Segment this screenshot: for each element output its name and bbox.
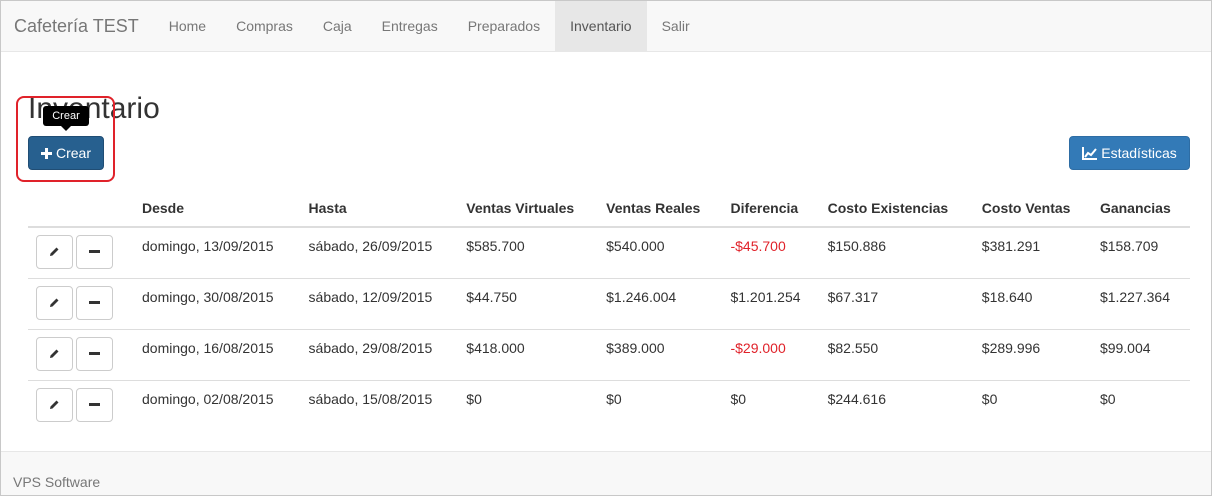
- row-actions: [28, 227, 134, 278]
- inventory-table: Desde Hasta Ventas Virtuales Ventas Real…: [28, 190, 1190, 431]
- nav-item-preparados[interactable]: Preparados: [453, 1, 555, 51]
- table-row: domingo, 02/08/2015 sábado, 15/08/2015 $0 $…: [28, 379, 1190, 431]
- cell-costo-existencias: $150.886: [827, 238, 887, 254]
- delete-button[interactable]: [76, 336, 113, 371]
- edit-button[interactable]: [36, 336, 73, 371]
- pencil-icon: [49, 346, 60, 362]
- table-header-row: Desde Hasta Ventas Virtuales Ventas Real…: [28, 190, 1190, 228]
- cell-hasta: sábado, 29/08/2015: [300, 328, 459, 380]
- cell-diferencia: $1.201.254: [722, 277, 820, 329]
- cell-costo-ventas: $289.996: [973, 328, 1092, 380]
- pencil-icon: [49, 295, 60, 311]
- cell-ganancias: $158.709: [1099, 238, 1159, 254]
- table-row: domingo, 13/09/2015 sábado, 26/09/2015 $58…: [28, 227, 1190, 278]
- header-costo-existencias: Costo Existencias: [819, 190, 974, 228]
- header-hasta: Hasta: [300, 190, 459, 228]
- cell-ventas-virtuales: $418.000: [458, 328, 599, 380]
- statistics-button[interactable]: Estadísticas: [1069, 136, 1190, 170]
- nav-menu: Home Compras Caja Entregas Preparados In…: [154, 1, 705, 51]
- cell-ventas-virtuales: $0: [458, 379, 599, 431]
- nav-item-salir[interactable]: Salir: [647, 1, 705, 51]
- pencil-icon: [49, 244, 60, 260]
- cell-costo-ventas: $18.640: [973, 277, 1092, 329]
- cell-desde: domingo, 16/08/2015: [134, 328, 301, 380]
- footer: VPS Software: [1, 451, 1211, 495]
- header-ganancias: Ganancias: [1091, 190, 1190, 228]
- header-desde: Desde: [134, 190, 301, 228]
- cell-costo-existencias: $67.317: [819, 277, 974, 329]
- header-ventas-virtuales: Ventas Virtuales: [458, 190, 599, 228]
- edit-button[interactable]: [36, 235, 73, 269]
- cell-ganancias: $1.227.364: [1091, 277, 1190, 329]
- cell-ganancias: $99.004: [1091, 328, 1190, 380]
- row-actions: [28, 277, 134, 329]
- nav-item-home[interactable]: Home: [154, 1, 221, 51]
- header-costo-ventas: Costo Ventas: [973, 190, 1092, 228]
- delete-button[interactable]: [76, 285, 113, 320]
- cell-desde: domingo, 30/08/2015: [134, 277, 301, 329]
- cell-costo-ventas: $381.291: [981, 238, 1041, 254]
- cell-costo-ventas: $0: [973, 379, 1092, 431]
- minus-icon: [89, 397, 100, 413]
- edit-button[interactable]: [36, 387, 73, 422]
- cell-ventas-virtuales: $44.750: [458, 277, 599, 329]
- nav-item-caja[interactable]: Caja: [308, 1, 367, 51]
- cell-ganancias: $0: [1091, 379, 1190, 431]
- cell-ventas-reales: $389.000: [598, 328, 723, 380]
- minus-icon: [89, 244, 100, 260]
- cell-ventas-reales: $0: [598, 379, 723, 431]
- nav-item-compras[interactable]: Compras: [221, 1, 308, 51]
- row-actions: [28, 328, 134, 380]
- cell-diferencia: $0: [722, 379, 820, 431]
- cell-costo-existencias: $244.616: [819, 379, 974, 431]
- minus-icon: [89, 295, 100, 311]
- cell-desde: domingo, 02/08/2015: [134, 379, 301, 431]
- brand-link[interactable]: Cafetería TEST: [1, 1, 154, 51]
- cell-diferencia: -$29.000: [722, 328, 820, 380]
- delete-button[interactable]: [76, 235, 113, 269]
- cell-ventas-virtuales: $585.700: [466, 238, 525, 254]
- statistics-button-label: Estadísticas: [1101, 145, 1177, 161]
- create-button-label: Crear: [55, 145, 91, 161]
- cell-hasta: sábado, 15/08/2015: [300, 379, 459, 431]
- row-actions: [28, 379, 134, 431]
- cell-hasta: sábado, 26/09/2015: [308, 238, 433, 254]
- cell-ventas-reales: $540.000: [606, 238, 665, 254]
- cell-diferencia: -$45.700: [730, 238, 786, 254]
- table-row: domingo, 16/08/2015 sábado, 29/08/2015 $41…: [28, 328, 1190, 380]
- table-row: domingo, 30/08/2015 sábado, 12/09/2015 $44…: [28, 277, 1190, 329]
- create-tooltip: Crear: [43, 106, 89, 131]
- header-ventas-reales: Ventas Reales: [598, 190, 723, 228]
- cell-hasta: sábado, 12/09/2015: [300, 277, 459, 329]
- cell-desde: domingo, 13/09/2015: [142, 238, 274, 254]
- cell-ventas-reales: $1.246.004: [598, 277, 723, 329]
- cell-costo-existencias: $82.550: [819, 328, 974, 380]
- nav-item-entregas[interactable]: Entregas: [367, 1, 453, 51]
- header-actions: [28, 190, 134, 228]
- plus-icon: [40, 147, 52, 159]
- nav-item-inventario[interactable]: Inventario: [555, 1, 647, 51]
- navbar: Cafetería TEST Home Compras Caja Entrega…: [1, 1, 1211, 52]
- delete-button[interactable]: [76, 387, 113, 422]
- pencil-icon: [49, 397, 60, 413]
- line-chart-icon: [1082, 146, 1098, 160]
- create-button[interactable]: Crear: [28, 136, 104, 170]
- minus-icon: [89, 346, 100, 362]
- edit-button[interactable]: [36, 285, 73, 320]
- header-diferencia: Diferencia: [722, 190, 820, 228]
